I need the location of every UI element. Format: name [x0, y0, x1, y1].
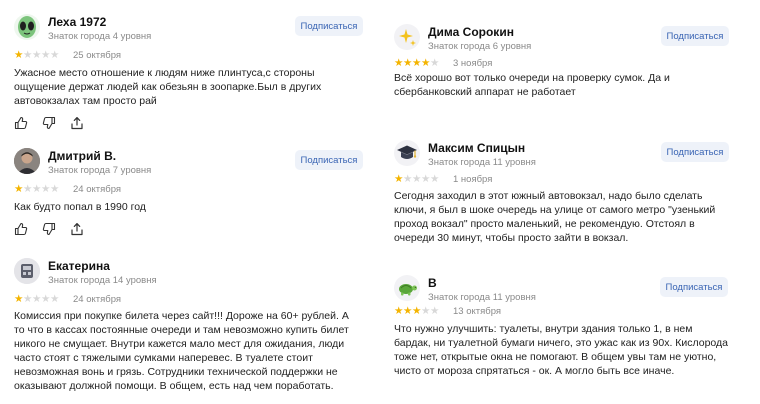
review-text: Как будто попал в 1990 год — [14, 201, 146, 213]
sparkles-icon[interactable] — [394, 24, 420, 50]
star-rating: ★ ★ ★ ★ ★ — [14, 183, 59, 195]
subscribe-button[interactable]: Подписаться — [660, 277, 728, 297]
share-icon[interactable] — [70, 222, 84, 236]
subscribe-button[interactable]: Подписаться — [661, 142, 729, 162]
star-rating: ★ ★ ★ ★ ★ — [394, 57, 439, 69]
rating: ★ ★ ★ ★ ★ 13 октября — [394, 305, 501, 317]
dislike-icon[interactable] — [42, 222, 56, 236]
star-empty-icon: ★ — [421, 305, 431, 317]
author-level: Знаток города 11 уровня — [428, 292, 536, 303]
review-date: 13 октября — [453, 305, 502, 317]
star-empty-icon: ★ — [430, 173, 440, 185]
star-empty-icon: ★ — [412, 173, 422, 185]
star-empty-icon: ★ — [50, 49, 60, 61]
star-empty-icon: ★ — [32, 293, 42, 305]
user-photo[interactable] — [14, 258, 40, 284]
star-rating: ★ ★ ★ ★ ★ — [14, 49, 59, 61]
review-actions — [14, 222, 84, 236]
review-text: Комиссия при покупке билета через сайт!!… — [14, 310, 349, 392]
dislike-icon[interactable] — [42, 116, 56, 130]
review-date: 25 октября — [73, 49, 122, 61]
rating: ★ ★ ★ ★ ★ 3 ноября — [394, 57, 492, 69]
subscribe-button[interactable]: Подписаться — [295, 16, 363, 36]
review-text: Сегодня заходил в этот южный автовокзал,… — [394, 190, 716, 244]
star-filled-icon: ★ — [412, 305, 422, 317]
subscribe-button[interactable]: Подписаться — [295, 150, 363, 170]
star-empty-icon: ★ — [41, 183, 51, 195]
star-empty-icon: ★ — [23, 183, 33, 195]
review-text: Всё хорошо вот только очереди на проверк… — [394, 72, 670, 98]
author-name[interactable]: Дмитрий В. — [48, 149, 116, 163]
star-empty-icon: ★ — [41, 293, 51, 305]
author-level: Знаток города 7 уровня — [48, 165, 152, 176]
author-level: Знаток города 4 уровня — [48, 31, 152, 42]
star-rating: ★ ★ ★ ★ ★ — [394, 173, 439, 185]
author-level: Знаток города 11 уровня — [428, 157, 536, 168]
rating: ★ ★ ★ ★ ★ 1 ноября — [394, 173, 492, 185]
rating: ★ ★ ★ ★ ★ 24 октября — [14, 183, 121, 195]
author-level: Знаток города 6 уровня — [428, 41, 532, 52]
star-filled-icon: ★ — [403, 305, 413, 317]
star-empty-icon: ★ — [403, 173, 413, 185]
star-empty-icon: ★ — [23, 293, 33, 305]
turtle-icon[interactable] — [394, 275, 420, 301]
author-name[interactable]: Дима Сорокин — [428, 25, 514, 39]
review-date: 1 ноября — [453, 173, 493, 185]
rating: ★ ★ ★ ★ ★ 25 октября — [14, 49, 121, 61]
star-empty-icon: ★ — [32, 49, 42, 61]
author-name[interactable]: Екатерина — [48, 259, 110, 273]
star-filled-icon: ★ — [394, 57, 404, 69]
author-name[interactable]: Максим Спицын — [428, 141, 525, 155]
star-filled-icon: ★ — [403, 57, 413, 69]
graduation-cap-icon[interactable] — [394, 140, 420, 166]
review-actions — [14, 116, 84, 130]
author-name[interactable]: В — [428, 276, 437, 290]
star-filled-icon: ★ — [412, 57, 422, 69]
like-icon[interactable] — [14, 222, 28, 236]
star-empty-icon: ★ — [421, 173, 431, 185]
star-empty-icon: ★ — [50, 183, 60, 195]
star-empty-icon: ★ — [23, 49, 33, 61]
review-date: 24 октября — [73, 183, 122, 195]
review-text: Что нужно улучшить: туалеты, внутри здан… — [394, 323, 729, 377]
rating: ★ ★ ★ ★ ★ 24 октября — [14, 293, 121, 305]
like-icon[interactable] — [14, 116, 28, 130]
star-filled-icon: ★ — [421, 57, 431, 69]
star-empty-icon: ★ — [430, 57, 440, 69]
share-icon[interactable] — [70, 116, 84, 130]
star-filled-icon: ★ — [394, 173, 404, 185]
review-date: 3 ноября — [453, 57, 493, 69]
user-photo[interactable] — [14, 148, 40, 174]
star-empty-icon: ★ — [50, 293, 60, 305]
star-rating: ★ ★ ★ ★ ★ — [14, 293, 59, 305]
star-filled-icon: ★ — [14, 49, 24, 61]
star-filled-icon: ★ — [394, 305, 404, 317]
alien-icon[interactable] — [14, 14, 40, 40]
star-rating: ★ ★ ★ ★ ★ — [394, 305, 439, 317]
star-filled-icon: ★ — [14, 183, 24, 195]
star-empty-icon: ★ — [430, 305, 440, 317]
author-level: Знаток города 14 уровня — [48, 275, 157, 286]
review-date: 24 октября — [73, 293, 122, 305]
star-empty-icon: ★ — [41, 49, 51, 61]
star-filled-icon: ★ — [14, 293, 24, 305]
review-text: Ужасное место отношение к людям ниже пли… — [14, 67, 322, 107]
author-name[interactable]: Леха 1972 — [48, 15, 106, 29]
subscribe-button[interactable]: Подписаться — [661, 26, 729, 46]
star-empty-icon: ★ — [32, 183, 42, 195]
